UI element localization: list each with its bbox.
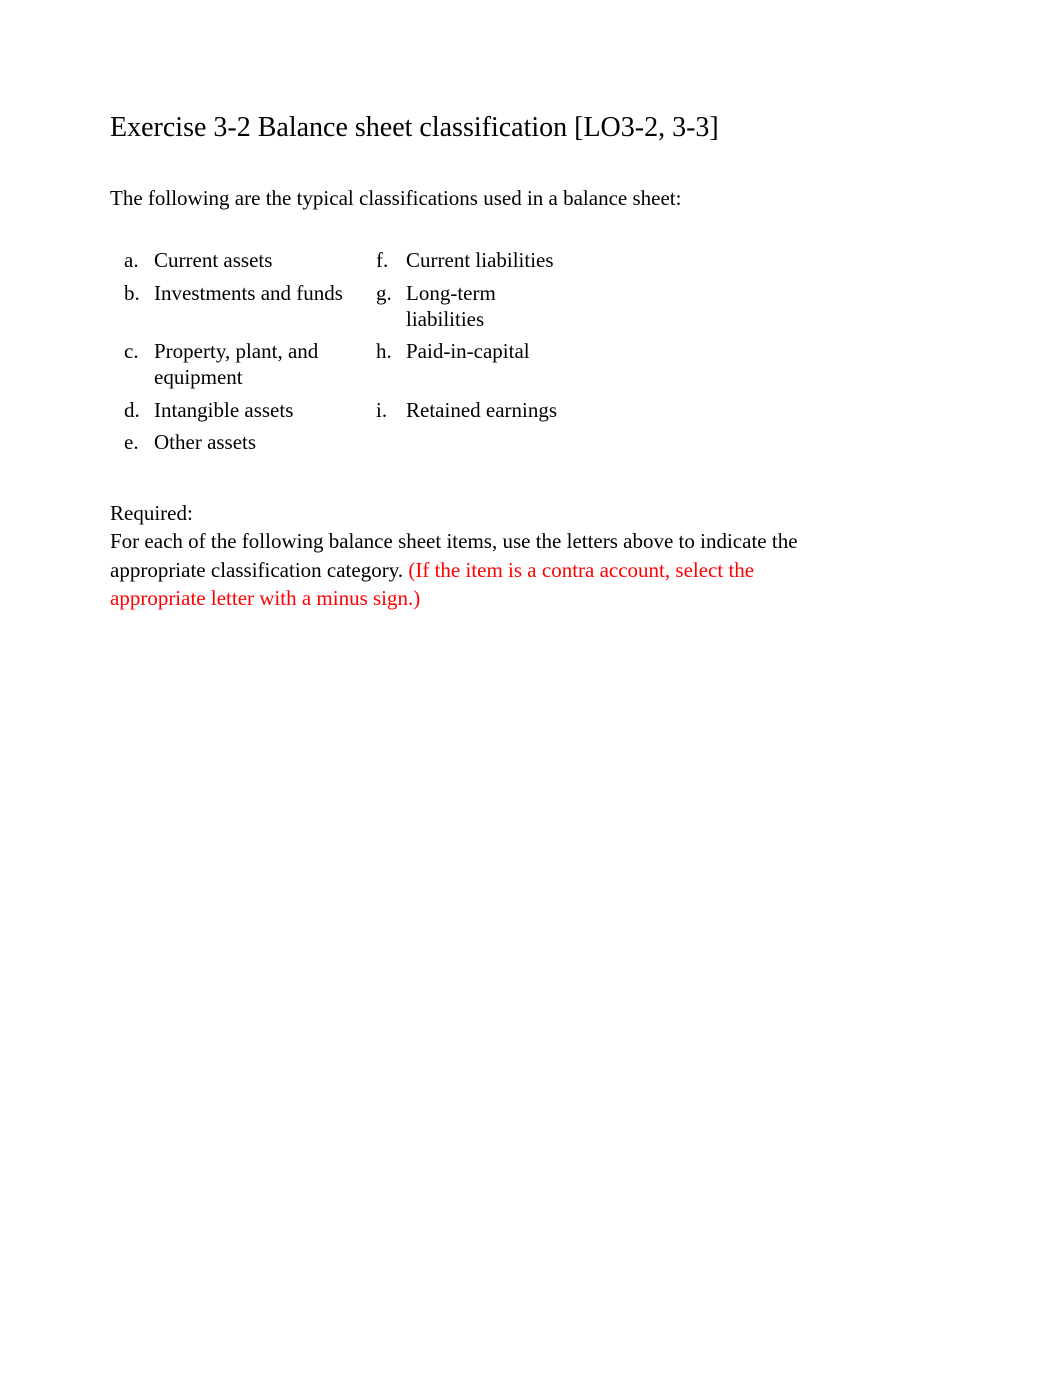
item-h-letter: h. <box>376 338 398 364</box>
item-c-label: Property, plant, and equipment <box>146 338 376 391</box>
item-e-label: Other assets <box>146 429 376 455</box>
item-d-letter: d. <box>124 397 146 423</box>
required-section: Required: For each of the following bala… <box>110 499 840 612</box>
item-i-label: Retained earnings <box>398 397 568 423</box>
item-a-label: Current assets <box>146 247 376 273</box>
item-g-label: Long-term liabilities <box>398 280 568 333</box>
item-h-label: Paid-in-capital <box>398 338 568 364</box>
item-b-label: Investments and funds <box>146 280 376 306</box>
item-b-letter: b. <box>124 280 146 306</box>
item-c-letter: c. <box>124 338 146 364</box>
item-a-letter: a. <box>124 247 146 273</box>
required-label: Required: <box>110 501 193 525</box>
item-f-label: Current liabilities <box>398 247 568 273</box>
item-f-letter: f. <box>376 247 398 273</box>
item-g-letter: g. <box>376 280 398 306</box>
item-i-letter: i. <box>376 397 398 423</box>
item-d-label: Intangible assets <box>146 397 376 423</box>
classification-grid: a. Current assets f. Current liabilities… <box>124 247 952 455</box>
item-e-letter: e. <box>124 429 146 455</box>
exercise-title: Exercise 3-2 Balance sheet classificatio… <box>110 110 952 146</box>
page-content: Exercise 3-2 Balance sheet classificatio… <box>0 0 1062 613</box>
intro-text: The following are the typical classifica… <box>110 186 952 211</box>
